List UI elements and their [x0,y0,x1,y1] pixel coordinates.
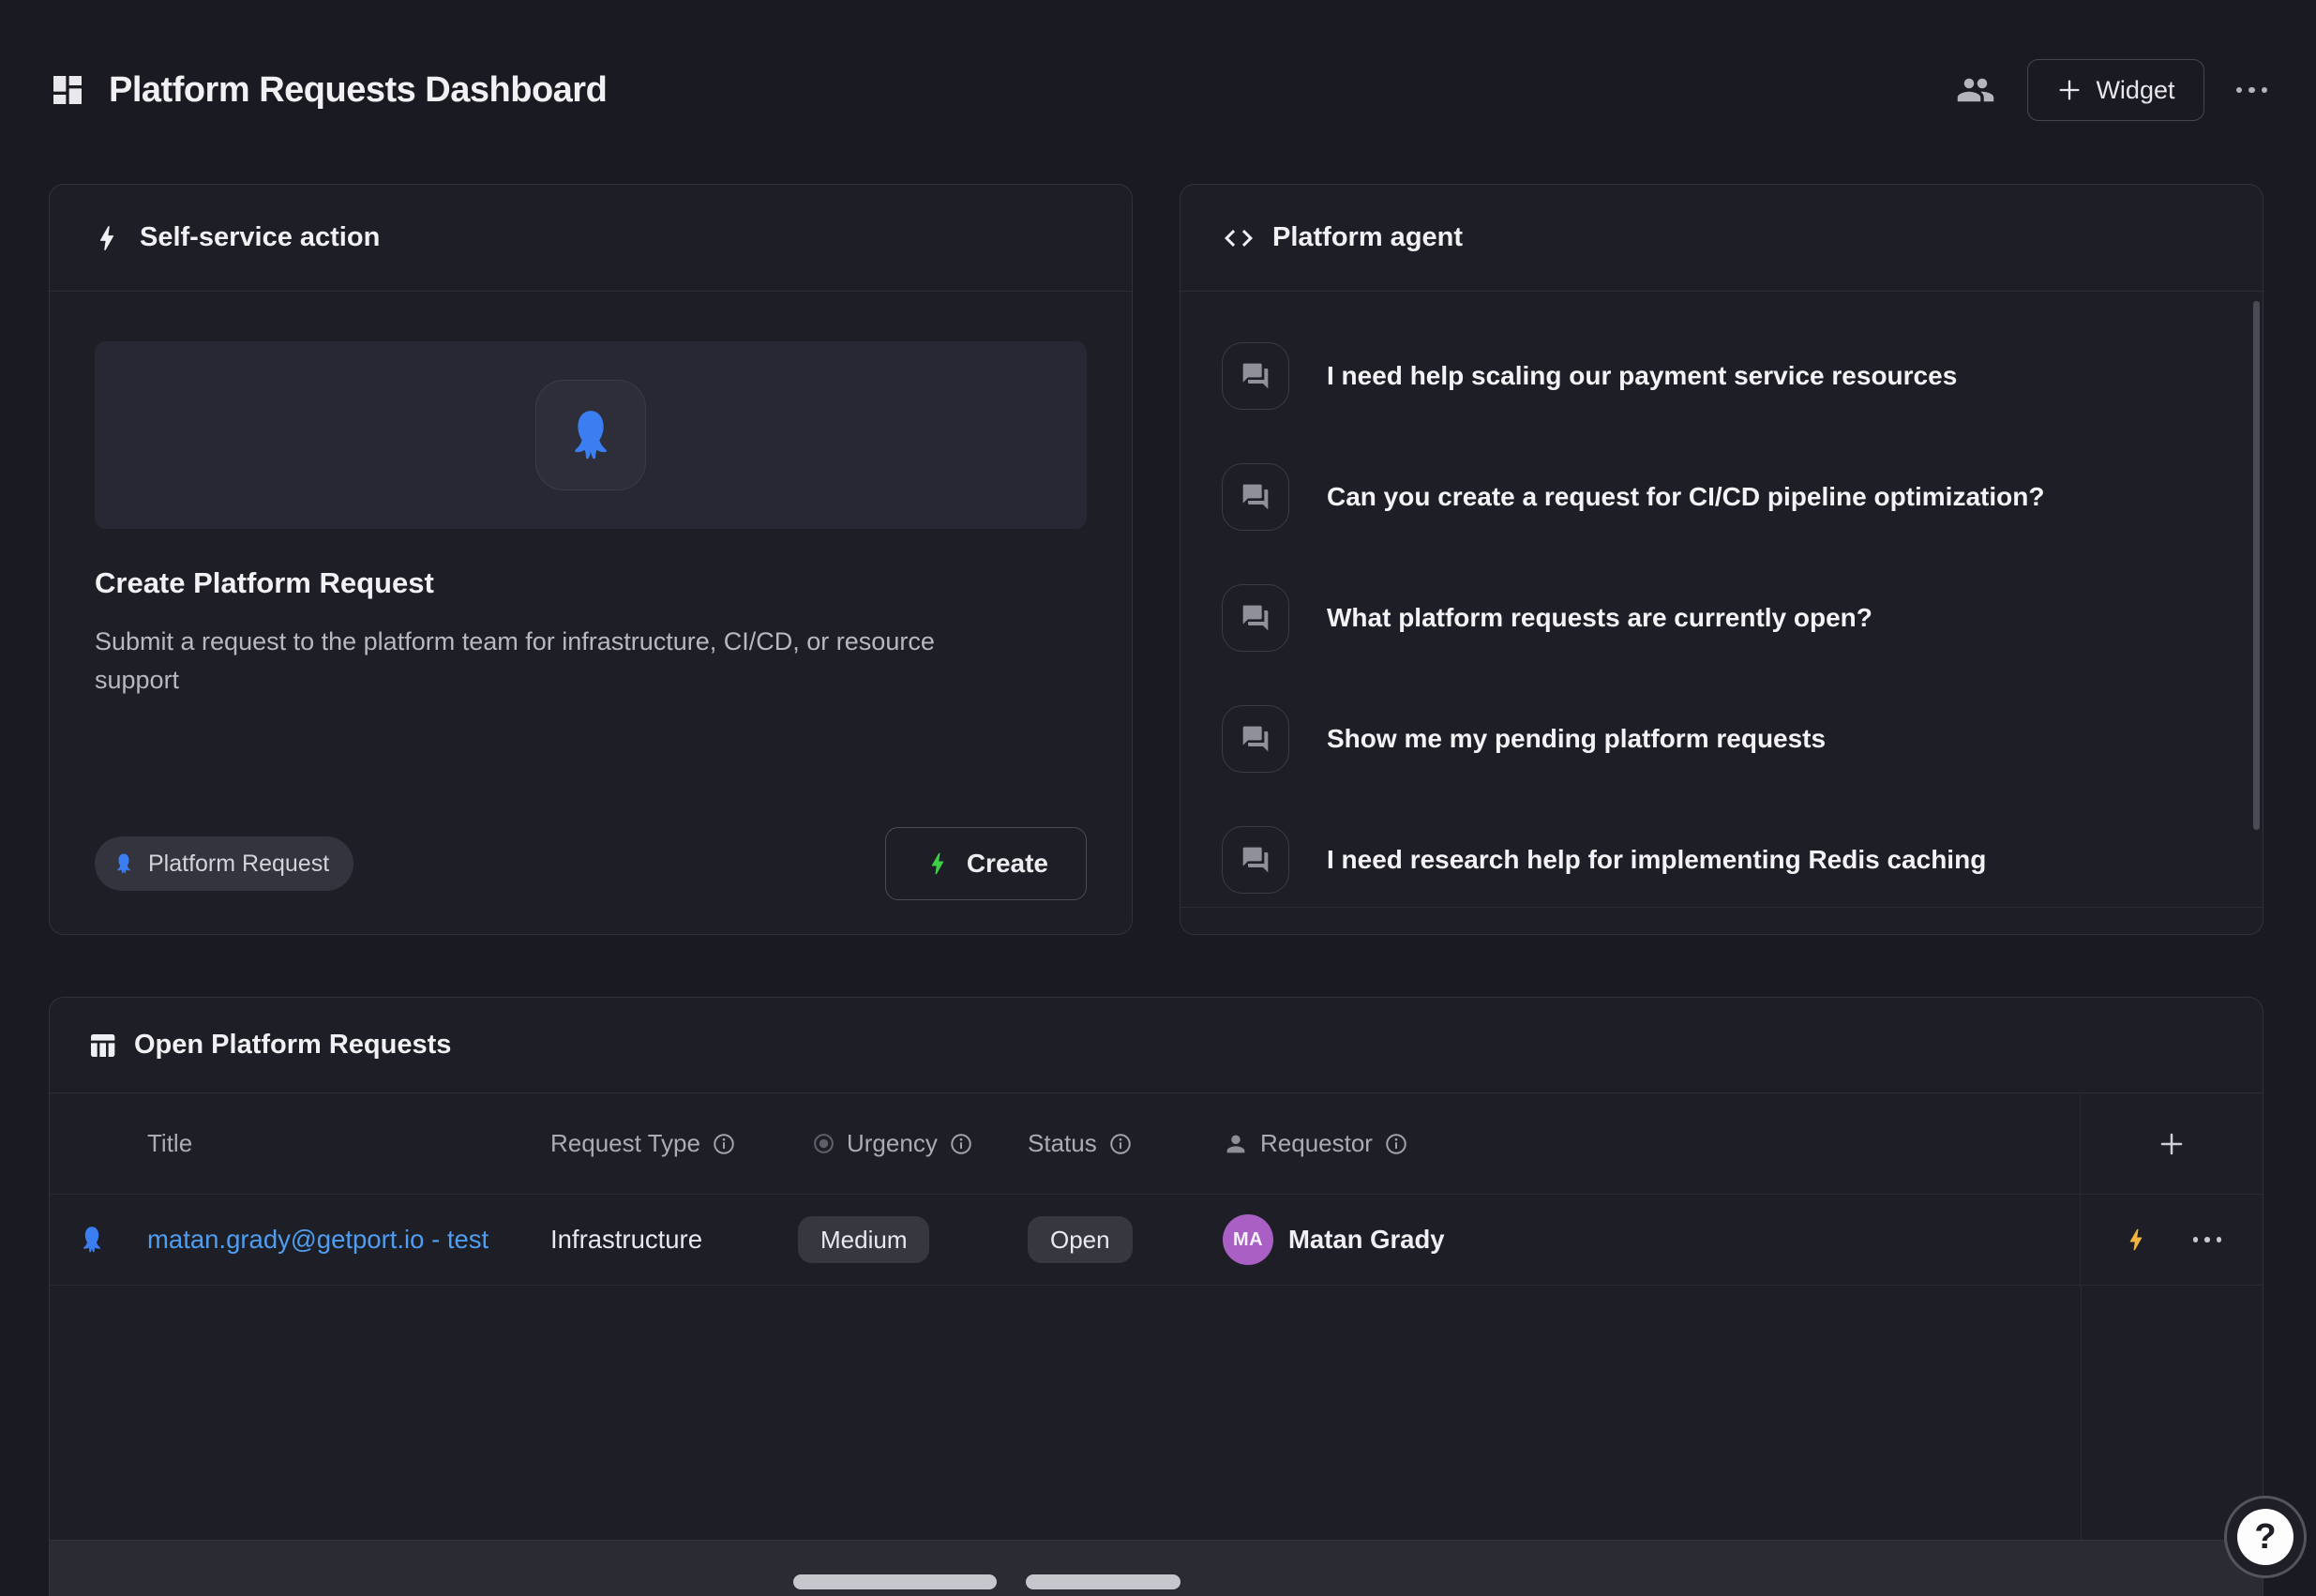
add-widget-button[interactable]: Widget [2027,59,2203,121]
agent-suggestions-list: I need help scaling our payment service … [1181,292,2263,905]
table-icon [87,1031,117,1061]
info-icon[interactable] [949,1132,973,1156]
action-heading: Create Platform Request [95,566,1087,600]
column-label: Urgency [847,1129,938,1158]
share-users-button[interactable] [1956,70,1995,110]
bolt-icon [924,850,952,878]
card-title: Self-service action [140,222,380,253]
agent-suggestion-item[interactable]: I need help scaling our payment service … [1222,331,2221,421]
column-label: Request Type [550,1129,700,1158]
horizontal-scrollbar-thumb[interactable] [1026,1574,1181,1589]
column-header-status[interactable]: Status [1028,1129,1223,1158]
plus-icon [2056,77,2083,103]
agent-suggestion-item[interactable]: Can you create a request for CI/CD pipel… [1222,452,2221,542]
chat-bubble-icon[interactable] [1222,342,1289,410]
question-mark-icon: ? [2237,1509,2293,1565]
people-icon [1956,70,1995,110]
chip-label: Platform Request [148,851,329,878]
row-request-type: Infrastructure [550,1225,702,1255]
agent-suggestion-item[interactable]: What platform requests are currently ope… [1222,573,2221,663]
column-header-requestor[interactable]: Requestor [1223,1129,2080,1158]
row-title-link[interactable]: matan.grady@getport.io - test [147,1225,489,1255]
chat-bubble-icon[interactable] [1222,826,1289,894]
avatar: MA [1223,1214,1273,1265]
row-run-action-button[interactable] [2122,1226,2150,1254]
row-requestor-name: Matan Grady [1288,1225,1445,1255]
status-badge: Open [1028,1216,1133,1263]
chat-bubble-icon[interactable] [1222,463,1289,531]
platform-request-chip[interactable]: Platform Request [95,836,353,891]
platform-agent-card: Platform agent I need help scaling our p… [1180,184,2263,935]
action-hero-banner [95,341,1087,529]
radio-icon [812,1132,835,1155]
dashboard-icon [49,71,86,109]
column-header-urgency[interactable]: Urgency [798,1129,1028,1158]
add-widget-label: Widget [2096,76,2174,105]
agent-suggestion-text: I need research help for implementing Re… [1327,845,1986,875]
column-label: Title [147,1129,192,1158]
octopus-logo-icon [561,405,621,465]
agent-vertical-scrollbar[interactable] [2253,301,2260,830]
octopus-icon [76,1224,108,1256]
horizontal-scrollbar-thumb[interactable] [793,1574,997,1589]
chat-bubble-icon[interactable] [1222,584,1289,652]
self-service-action-card: Self-service action Create Platform Requ… [49,184,1133,935]
chat-bubble-icon[interactable] [1222,705,1289,773]
bolt-icon [91,222,123,254]
actions-column-divider [2081,1286,2082,1540]
agent-suggestion-text: Show me my pending platform requests [1327,724,1826,754]
column-header-request-type[interactable]: Request Type [545,1129,798,1158]
info-icon[interactable] [1384,1132,1408,1156]
table-column-header-row: Title Request Type Urgency Status [50,1093,2263,1194]
page-header: Platform Requests Dashboard Widget [49,0,2267,180]
column-label: Requestor [1260,1129,1373,1158]
table-empty-body [50,1286,2263,1540]
open-platform-requests-card: Open Platform Requests Title Request Typ… [49,997,2263,1596]
page-title: Platform Requests Dashboard [109,70,607,111]
table-row[interactable]: matan.grady@getport.io - test Infrastruc… [50,1194,2263,1286]
agent-suggestion-text: I need help scaling our payment service … [1327,361,1957,391]
add-column-button[interactable] [2158,1130,2186,1158]
agent-suggestion-text: Can you create a request for CI/CD pipel… [1327,482,2044,512]
column-label: Status [1028,1129,1097,1158]
person-icon [1223,1131,1249,1157]
info-icon[interactable] [712,1132,736,1156]
agent-suggestion-item[interactable]: Show me my pending platform requests [1222,694,2221,784]
card-title: Platform agent [1272,222,1463,253]
octopus-icon [112,851,136,876]
column-header-title[interactable]: Title [140,1129,545,1158]
create-button[interactable]: Create [885,827,1087,900]
row-more-menu-button[interactable] [2193,1237,2222,1242]
code-icon [1222,221,1256,255]
add-column-cell [2080,1093,2263,1194]
action-logo-tile [535,380,646,490]
agent-footer-divider [1181,907,2263,908]
info-icon[interactable] [1108,1132,1133,1156]
create-button-label: Create [967,849,1048,879]
agent-suggestion-text: What platform requests are currently ope… [1327,603,1872,633]
urgency-badge: Medium [798,1216,929,1263]
action-description: Submit a request to the platform team fo… [95,623,995,699]
help-button[interactable]: ? [2224,1496,2307,1578]
agent-suggestion-item[interactable]: I need research help for implementing Re… [1222,815,2221,905]
table-bottom-scroll-area [50,1540,2263,1596]
header-more-menu-button[interactable] [2236,87,2268,94]
table-title: Open Platform Requests [134,1030,451,1061]
